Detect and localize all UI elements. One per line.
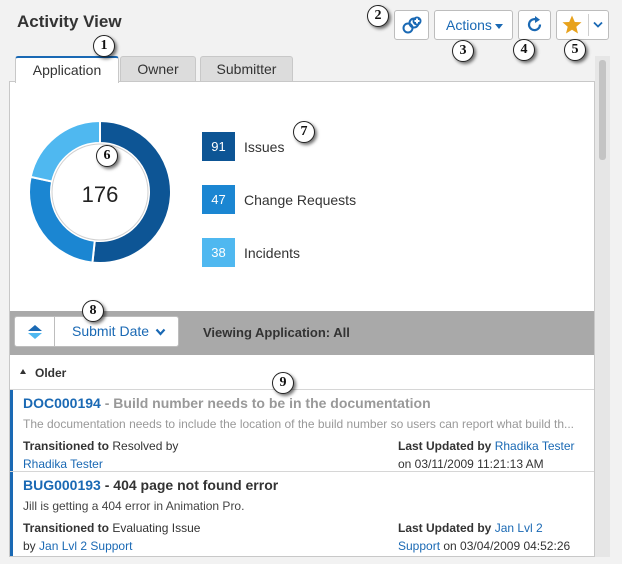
record-description: The documentation needs to include the l… [23, 417, 575, 431]
record-title-separator: - [100, 477, 114, 493]
record-transition: Transitioned to Evaluating Issue by Jan … [23, 519, 200, 555]
callout-8: 8 [82, 300, 104, 322]
updated-user-link[interactable]: Jan Lvl 2 [495, 521, 543, 535]
incidents-label[interactable]: Incidents [244, 245, 300, 261]
record-title: BUG000193 - 404 page not found error [23, 477, 278, 493]
callout-5: 5 [564, 39, 586, 61]
transition-value: Resolved by [112, 439, 179, 453]
sort-arrows-icon [28, 325, 42, 339]
chevron-down-icon [155, 328, 166, 336]
refresh-icon [527, 16, 542, 32]
record-description: Jill is getting a 404 error in Animation… [23, 499, 245, 513]
transition-value: Evaluating Issue [112, 521, 201, 535]
callout-2: 2 [367, 5, 389, 27]
change-requests-label[interactable]: Change Requests [244, 192, 356, 208]
tab-submitter[interactable]: Submitter [200, 56, 293, 82]
transition-prefix: by [23, 539, 36, 553]
transition-label: Transitioned to [23, 439, 110, 453]
updated-user-link-cont[interactable]: Support [398, 539, 440, 553]
callout-3: 3 [452, 40, 474, 62]
sort-direction-button[interactable] [14, 316, 55, 347]
updated-label: Last Updated by [398, 521, 492, 535]
viewing-filter-text: Viewing Application: All [203, 325, 350, 340]
transition-user-link[interactable]: Jan Lvl 2 Support [39, 539, 132, 553]
callout-9: 9 [272, 372, 294, 394]
record-transition: Transitioned to Resolved by Rhadika Test… [23, 437, 178, 473]
scrollbar[interactable] [595, 56, 610, 557]
transition-user-link[interactable]: Rhadika Tester [23, 457, 103, 471]
record-accent-bar [10, 390, 13, 471]
actions-label: Actions [446, 17, 492, 33]
star-icon [562, 15, 582, 34]
record-last-updated: Last Updated by Rhadika Tester on 03/11/… [398, 437, 575, 473]
record-id-link[interactable]: BUG000193 [23, 477, 101, 493]
donut-total: 176 [81, 182, 119, 207]
tab-application[interactable]: Application [15, 56, 119, 83]
callout-4: 4 [513, 39, 535, 61]
record-last-updated: Last Updated by Jan Lvl 2 Support on 03/… [398, 519, 571, 556]
incidents-count-badge[interactable]: 38 [202, 238, 235, 267]
updated-timestamp: on 03/11/2009 11:21:13 AM [398, 457, 544, 471]
favorite-divider [588, 14, 589, 36]
collapse-triangle-icon[interactable] [20, 369, 26, 374]
group-header-older[interactable]: Older [10, 355, 594, 390]
record-title-text: 404 page not found error [113, 477, 279, 493]
record-title-text: Build number needs to be in the document… [113, 395, 431, 411]
chevron-down-icon[interactable] [593, 21, 603, 29]
record-item[interactable]: BUG000193 - 404 page not found error Jil… [10, 472, 594, 556]
page-title: Activity View [17, 12, 122, 31]
record-item[interactable]: DOC000194 - Build number needs to be in … [10, 390, 594, 472]
refresh-button[interactable] [518, 10, 551, 40]
transition-label: Transitioned to [23, 521, 110, 535]
updated-user-link[interactable]: Rhadika Tester [495, 439, 575, 453]
callout-6: 6 [96, 145, 118, 167]
issues-label[interactable]: Issues [244, 139, 284, 155]
sort-field-dropdown[interactable]: Submit Date [54, 316, 179, 347]
issues-count-badge[interactable]: 91 [202, 132, 235, 161]
actions-button[interactable]: Actions [434, 10, 513, 40]
summary-section: 176 91 Issues 47 Change Requests 38 Inci… [10, 82, 594, 311]
tab-owner[interactable]: Owner [120, 56, 196, 82]
callout-7: 7 [293, 121, 315, 143]
caret-down-icon [494, 23, 503, 29]
link-records-button[interactable] [394, 10, 429, 40]
group-label: Older [35, 366, 67, 380]
scrollbar-thumb[interactable] [599, 60, 606, 160]
record-accent-bar [10, 472, 13, 556]
favorite-button[interactable] [556, 10, 609, 40]
record-id-link[interactable]: DOC000194 [23, 395, 101, 411]
callout-1: 1 [93, 35, 115, 57]
updated-timestamp: on 03/04/2009 04:52:26 [443, 539, 571, 553]
record-title-separator: - [100, 395, 114, 411]
link-plus-icon [402, 16, 422, 34]
sort-field-label: Submit Date [72, 323, 150, 339]
record-title: DOC000194 - Build number needs to be in … [23, 395, 431, 411]
updated-label: Last Updated by [398, 439, 492, 453]
change-requests-count-badge[interactable]: 47 [202, 185, 235, 214]
